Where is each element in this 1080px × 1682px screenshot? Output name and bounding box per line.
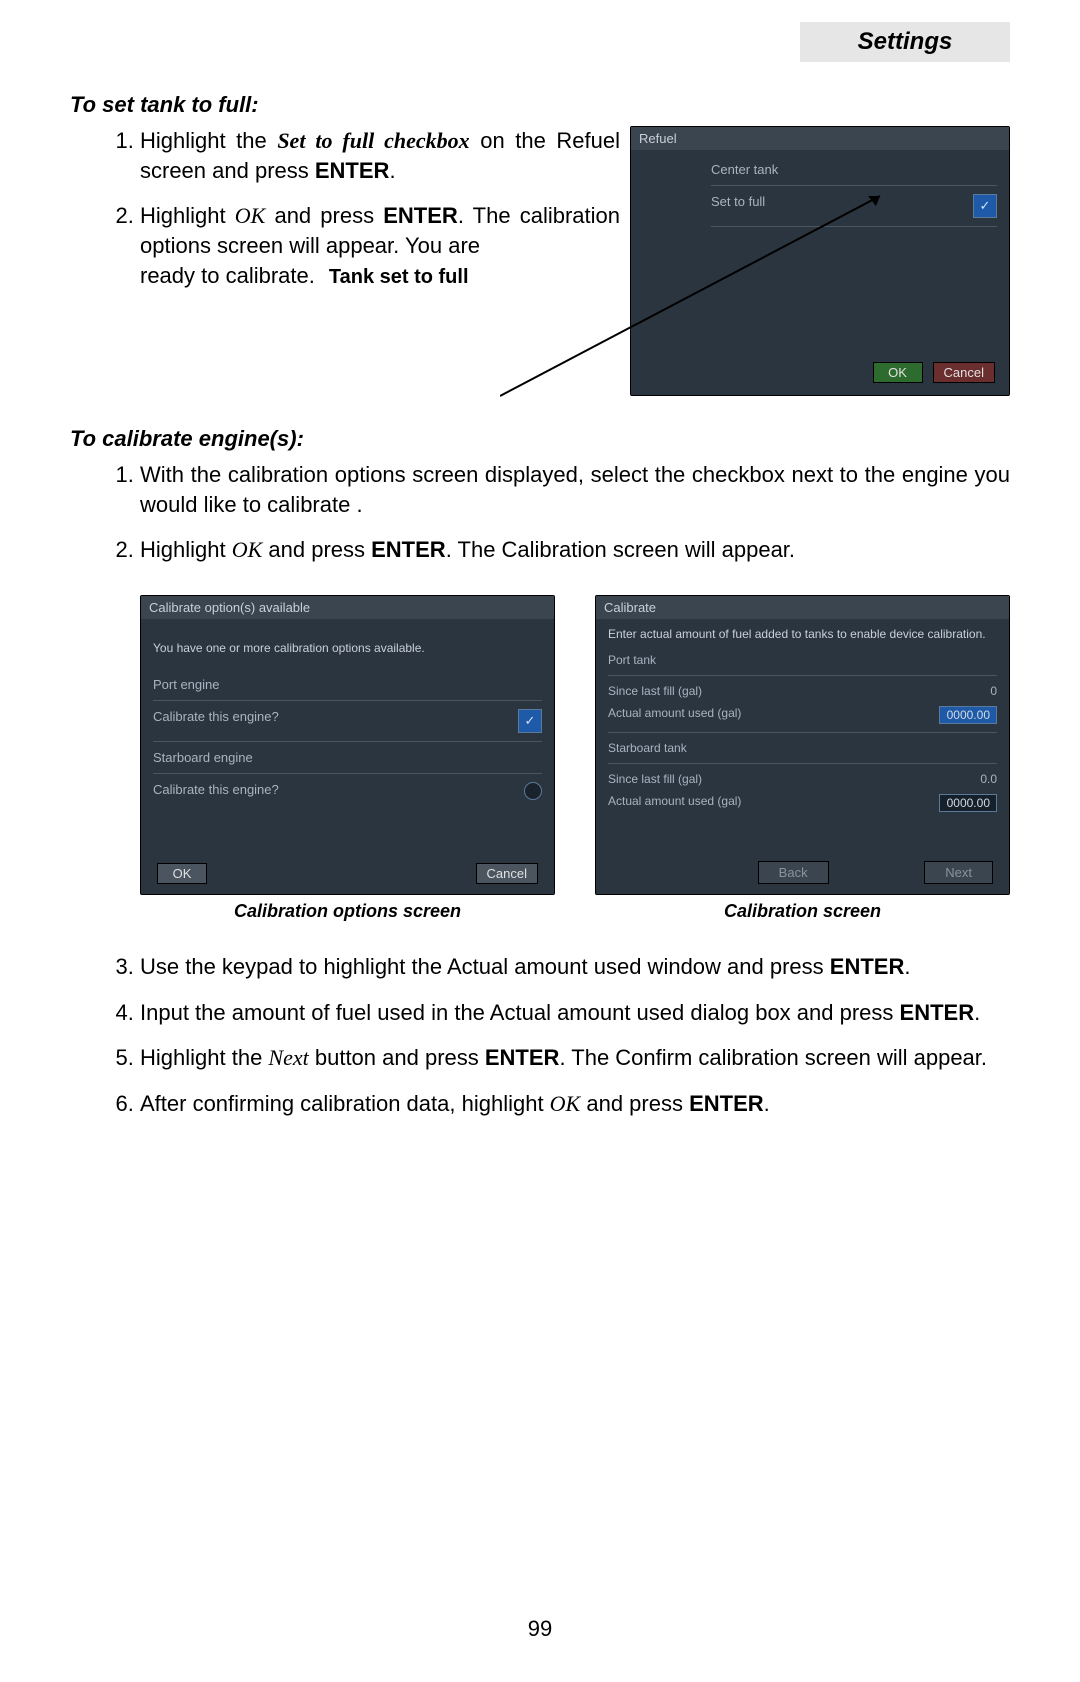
calopt-stbd-q: Calibrate this engine?: [153, 782, 279, 800]
cal-stbd-since-label: Since last fill (gal): [608, 772, 702, 786]
refuel-ok-button[interactable]: OK: [873, 362, 923, 383]
key-enter: ENTER: [830, 954, 905, 979]
text: Highlight the: [140, 128, 277, 153]
term-next: Next: [268, 1045, 308, 1070]
term-ok: OK: [550, 1091, 581, 1116]
term-ok: OK: [232, 537, 263, 562]
cal-step-2: Highlight OK and press ENTER. The Calibr…: [140, 535, 1010, 565]
text: button and press: [309, 1045, 485, 1070]
refuel-screenshot: Refuel Center tank Set to full ✓ OK Canc…: [630, 126, 1010, 396]
calopt-port-engine: Port engine: [153, 677, 220, 692]
cal-port-since-label: Since last fill (gal): [608, 684, 702, 698]
cal-back-button[interactable]: Back: [758, 861, 829, 884]
calopt-msg: You have one or more calibration options…: [153, 641, 542, 655]
calopt-ok-button[interactable]: OK: [157, 863, 207, 884]
text: .: [974, 1000, 980, 1025]
calopt-title: Calibrate option(s) available: [141, 596, 554, 619]
text: and press: [265, 203, 383, 228]
page-number: 99: [0, 1616, 1080, 1642]
callout-tank-set-full: Tank set to full: [329, 264, 469, 291]
text: and press: [262, 537, 371, 562]
calopt-stbd-engine: Starboard engine: [153, 750, 253, 765]
text: Use the keypad to highlight the Actual a…: [140, 954, 830, 979]
refuel-cancel-button[interactable]: Cancel: [933, 362, 995, 383]
cal-step-3: Use the keypad to highlight the Actual a…: [140, 952, 1010, 982]
cal-step-4: Input the amount of fuel used in the Act…: [140, 998, 1010, 1028]
key-enter: ENTER: [485, 1045, 560, 1070]
key-enter: ENTER: [371, 537, 446, 562]
cal-step-1: With the calibration options screen disp…: [140, 460, 1010, 519]
cal-stbd-since-val: 0.0: [980, 772, 997, 786]
text: ready to calibrate.: [140, 261, 315, 291]
text: After confirming calibration data, highl…: [140, 1091, 550, 1116]
calopt-port-checkbox[interactable]: ✓: [518, 709, 542, 733]
refuel-center-tank: Center tank: [711, 162, 778, 177]
text: .: [389, 158, 395, 183]
cal-step-6: After confirming calibration data, highl…: [140, 1089, 1010, 1119]
calopt-caption: Calibration options screen: [140, 901, 555, 922]
text: Highlight: [140, 203, 235, 228]
cal-title: Calibrate: [596, 596, 1009, 619]
step-2: Highlight OK and press ENTER. The calibr…: [140, 201, 620, 290]
text: .: [764, 1091, 770, 1116]
section-tab: Settings: [800, 22, 1010, 62]
calibration-screenshot: Calibrate Enter actual amount of fuel ad…: [595, 595, 1010, 895]
cal-stbd-actual-label: Actual amount used (gal): [608, 794, 741, 812]
calopt-cancel-button[interactable]: Cancel: [476, 863, 538, 884]
cal-step-5: Highlight the Next button and press ENTE…: [140, 1043, 1010, 1073]
refuel-set-to-full-label: Set to full: [711, 194, 765, 218]
text: and press: [580, 1091, 689, 1116]
calopt-stbd-checkbox[interactable]: [524, 782, 542, 800]
text: Highlight: [140, 537, 232, 562]
cal-caption: Calibration screen: [595, 901, 1010, 922]
term-set-to-full-checkbox: Set to full checkbox: [277, 128, 469, 153]
cal-port-since-val: 0: [990, 684, 997, 698]
cal-next-button[interactable]: Next: [924, 861, 993, 884]
key-enter: ENTER: [315, 158, 390, 183]
text: . The Confirm calibration screen will ap…: [559, 1045, 987, 1070]
cal-stbd-actual-input[interactable]: 0000.00: [939, 794, 997, 812]
cal-port-tank: Port tank: [608, 653, 656, 667]
text: With the calibration options screen disp…: [140, 462, 1010, 517]
text: Input the amount of fuel used in the Act…: [140, 1000, 900, 1025]
cal-port-actual-input[interactable]: 0000.00: [939, 706, 997, 724]
calopt-port-q: Calibrate this engine?: [153, 709, 279, 733]
cal-msg: Enter actual amount of fuel added to tan…: [608, 627, 997, 641]
text: .: [904, 954, 910, 979]
heading-calibrate-engines: To calibrate engine(s):: [70, 426, 1010, 452]
set-to-full-checkbox[interactable]: ✓: [973, 194, 997, 218]
text: Highlight the: [140, 1045, 268, 1070]
cal-port-actual-label: Actual amount used (gal): [608, 706, 741, 724]
text: . The Calibration screen will appear.: [446, 537, 795, 562]
key-enter: ENTER: [383, 203, 458, 228]
calibration-options-screenshot: Calibrate option(s) available You have o…: [140, 595, 555, 895]
refuel-title: Refuel: [631, 127, 1009, 150]
key-enter: ENTER: [900, 1000, 975, 1025]
key-enter: ENTER: [689, 1091, 764, 1116]
step-1: Highlight the Set to full checkbox on th…: [140, 126, 620, 185]
cal-stbd-tank: Starboard tank: [608, 741, 687, 755]
heading-set-tank-full: To set tank to full:: [70, 92, 1010, 118]
term-ok: OK: [235, 203, 266, 228]
